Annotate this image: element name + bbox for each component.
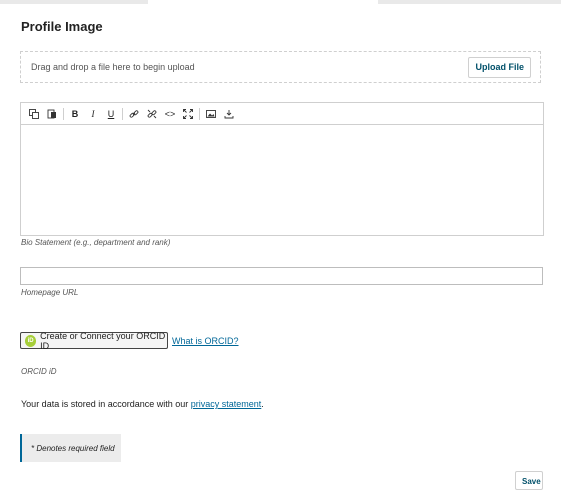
orcid-icon: iD [25,334,37,347]
orcid-connect-button[interactable]: iD Create or Connect your ORCID ID [20,330,168,351]
top-bar-segment [378,0,561,4]
italic-icon[interactable]: I [84,106,102,122]
what-is-orcid-link[interactable]: What is ORCID? [172,336,239,346]
homepage-caption: Homepage URL [21,288,79,297]
copy-icon[interactable] [25,106,43,122]
save-button[interactable]: Save [515,471,543,490]
editor-toolbar: B I U <> [21,103,543,125]
homepage-url-input[interactable] [20,267,543,285]
privacy-text: Your data is stored in accordance with o… [21,399,264,409]
toolbar-divider [63,107,64,120]
toolbar-divider [122,107,123,120]
orcid-caption: ORCID iD [21,367,57,376]
bio-editor[interactable]: B I U <> [20,102,544,236]
privacy-statement-link[interactable]: privacy statement [191,399,262,409]
required-field-note: * Denotes required field [20,434,121,462]
bold-icon[interactable]: B [66,106,84,122]
bio-caption: Bio Statement (e.g., department and rank… [21,238,171,247]
link-icon[interactable] [125,106,143,122]
fullscreen-icon[interactable] [179,106,197,122]
image-icon[interactable] [202,106,220,122]
download-icon[interactable] [220,106,238,122]
section-title: Profile Image [21,19,103,34]
paste-icon[interactable] [43,106,61,122]
upload-file-button[interactable]: Upload File [468,57,531,78]
privacy-suffix: . [261,399,264,409]
privacy-prefix: Your data is stored in accordance with o… [21,399,191,409]
top-bar [0,0,561,4]
underline-icon[interactable]: U [102,106,120,122]
dropzone-hint: Drag and drop a file here to begin uploa… [31,62,195,72]
unlink-icon[interactable] [143,106,161,122]
orcid-button-label: Create or Connect your ORCID ID [40,330,166,351]
file-dropzone[interactable]: Drag and drop a file here to begin uploa… [20,51,541,83]
top-bar-segment [0,0,148,4]
toolbar-divider [199,107,200,120]
code-icon[interactable]: <> [161,106,179,122]
bio-text-area[interactable] [21,125,543,235]
